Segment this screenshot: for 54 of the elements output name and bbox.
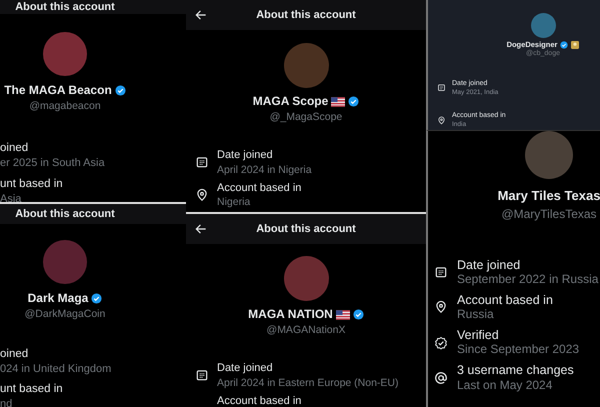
back-arrow-icon[interactable] [194, 8, 208, 22]
verified-outline-icon [434, 336, 448, 350]
info-value: Russia [457, 308, 495, 322]
avatar-photo [43, 32, 87, 76]
calendar-icon [434, 265, 448, 280]
avatar-photo [43, 240, 87, 284]
info-label: Verified [457, 328, 500, 342]
info-value: Nigeria [217, 196, 252, 208]
account-name: Dark Maga [28, 292, 88, 306]
info-label: Account based in [217, 182, 302, 194]
account-name: MAGA Scope [252, 95, 328, 109]
account-handle: @MaryTilesTexas [501, 208, 597, 222]
location-pin-icon [195, 188, 209, 202]
info-value: Asia [0, 192, 22, 202]
info-value: Since September 2023 [457, 343, 580, 358]
info-value: April 2024 in Eastern Europe (Non-EU) [217, 376, 399, 389]
account-name: Mary Tiles Texas [498, 189, 600, 204]
account-handle: @DarkMagaCoin [24, 308, 106, 320]
info-label: oined [0, 348, 30, 362]
info-label: Date joined [457, 258, 522, 272]
account-handle: @_MagaScope [270, 110, 342, 123]
avatar-photo [284, 43, 328, 88]
info-label: Account based in [217, 394, 302, 407]
info-label: oined [0, 142, 30, 156]
header-title: About this account [256, 8, 356, 22]
account-name: The MAGA Beacon [4, 84, 112, 98]
avatar-photo [284, 256, 328, 301]
info-value: nd [0, 398, 14, 407]
info-label: 3 username changes [457, 363, 574, 378]
header-title: About this account [256, 222, 356, 236]
avatar-photo [530, 13, 556, 38]
info-label: unt based in [0, 178, 63, 191]
header-title: About this account [14, 208, 116, 220]
header-title: About this account [14, 0, 116, 14]
calendar-icon [437, 83, 446, 92]
calendar-icon [195, 368, 209, 382]
back-arrow-icon[interactable] [194, 222, 208, 236]
account-handle: @magabeacon [29, 100, 101, 112]
info-label: Date joined [217, 148, 274, 162]
location-pin-icon [437, 116, 446, 125]
info-label: unt based in [0, 382, 63, 396]
info-value: Last on May 2024 [457, 378, 554, 392]
info-value: April 2024 in Nigeria [217, 164, 312, 176]
info-label: Date joined [217, 362, 274, 374]
account-handle: @MAGANationX [266, 324, 346, 336]
info-value: 024 in United Kingdom [0, 363, 112, 376]
calendar-icon [195, 155, 209, 170]
account-name: MAGA NATION [248, 308, 333, 322]
avatar-photo [525, 131, 573, 179]
location-pin-icon [434, 300, 448, 314]
info-value: September 2022 in Russia [457, 273, 598, 287]
info-label: Account based in [457, 292, 553, 308]
at-sign-icon [434, 370, 448, 385]
info-value: er 2025 in South Asia [0, 157, 105, 170]
